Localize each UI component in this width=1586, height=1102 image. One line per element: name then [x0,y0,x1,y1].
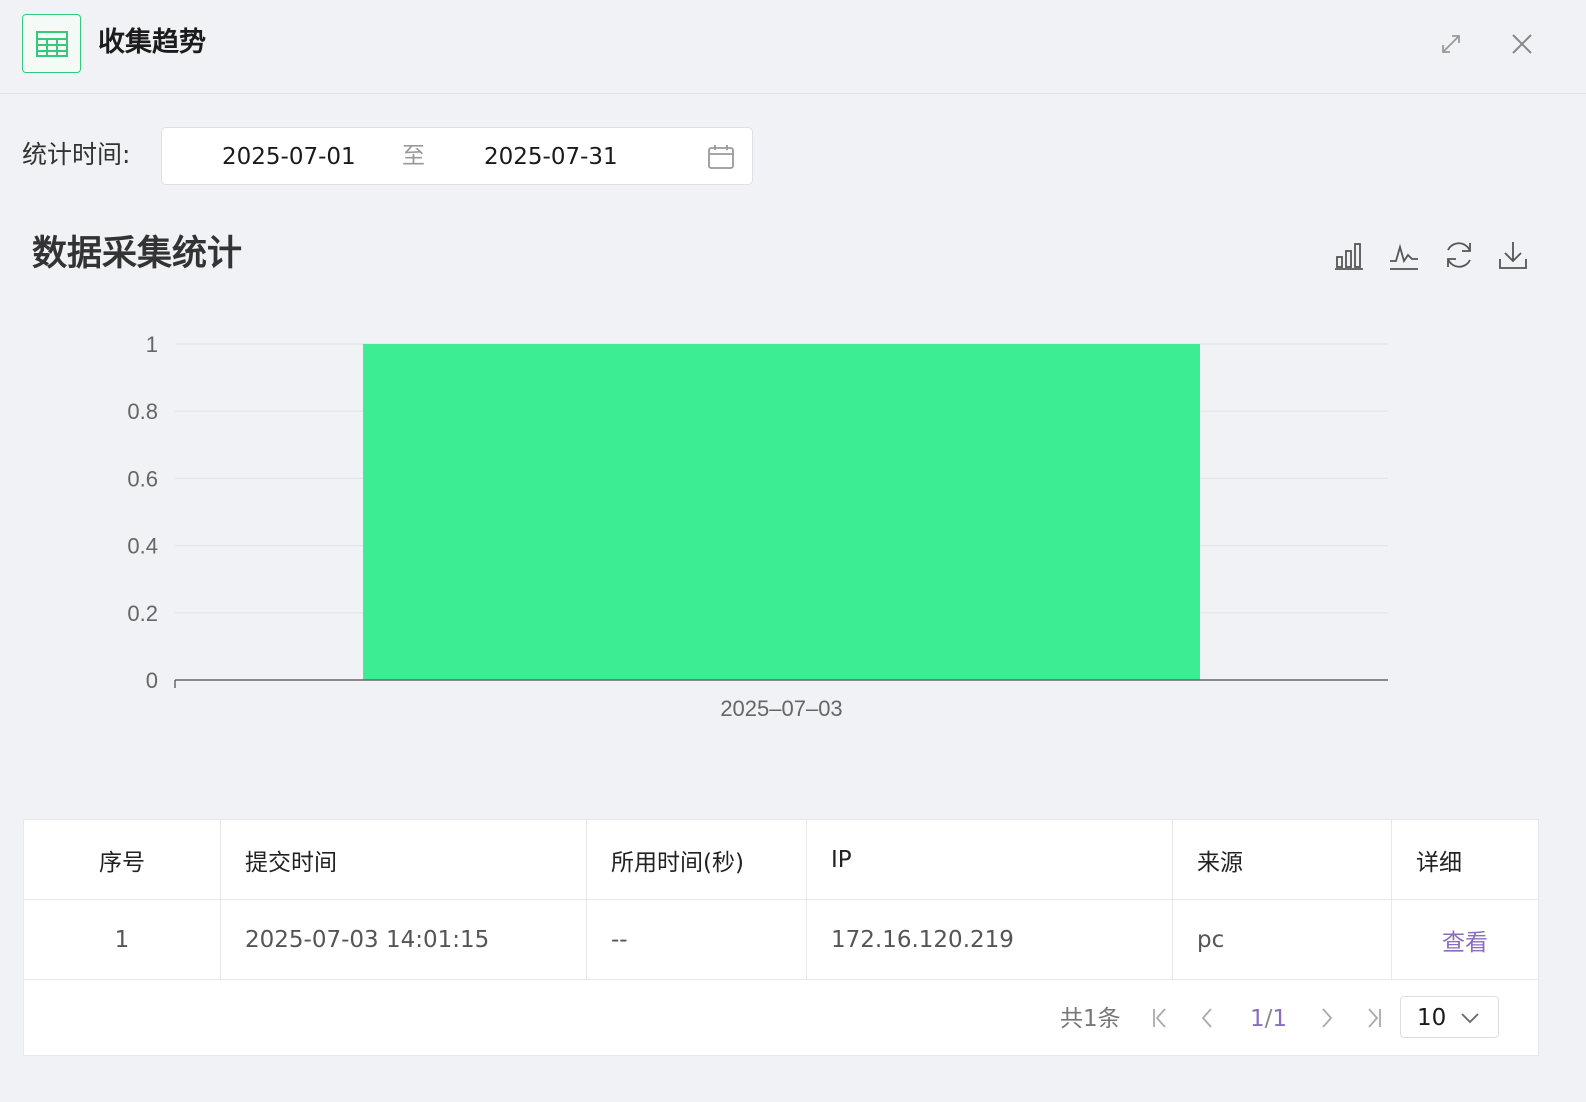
chart-title: 数据采集统计 [32,234,243,274]
y-tick-label: 0.2 [127,601,158,626]
column-header-index: 序号 [24,820,221,900]
y-tick-label: 0.6 [127,466,158,491]
chevron-down-icon [1460,1009,1480,1027]
y-tick-label: 0.4 [127,534,158,559]
dialog-header: 收集趋势 [0,0,1586,94]
bar-chart-icon[interactable] [1332,238,1366,272]
end-date-input[interactable]: 2025-07-31 [484,142,618,172]
download-icon[interactable] [1496,238,1530,272]
cell-source: pc [1173,900,1392,980]
cell-detail: 查看 [1392,900,1538,980]
cell-ip: 172.16.120.219 [807,900,1173,980]
page-size-value: 10 [1417,1005,1447,1031]
column-header-duration: 所用时间(秒) [587,820,807,900]
table-header-row: 序号 提交时间 所用时间(秒) IP 来源 详细 [24,820,1538,900]
current-page: 1 [1250,1006,1265,1032]
page-size-select[interactable]: 10 [1400,996,1499,1038]
column-header-submit-time: 提交时间 [221,820,587,900]
pagination: 共1条 1/1 10 [24,980,1538,1056]
start-date-input[interactable]: 2025-07-01 [222,142,356,172]
close-icon[interactable] [1508,30,1536,58]
submission-table: 序号 提交时间 所用时间(秒) IP 来源 详细 1 2025-07-03 14… [23,819,1539,1056]
bar-2025–07–03 [363,344,1200,680]
table-row: 1 2025-07-03 14:01:15 -- 172.16.120.219 … [24,900,1538,980]
filter-label: 统计时间: [22,140,131,169]
last-page-icon[interactable] [1361,1004,1387,1032]
refresh-icon[interactable] [1442,238,1476,272]
maximize-icon[interactable] [1437,30,1465,58]
first-page-icon[interactable] [1147,1004,1173,1032]
y-tick-label: 1 [146,332,158,357]
bar-chart: 0 0.2 0.4 0.6 0.8 1 2025–07–03 [127,332,1388,721]
dialog-title: 收集趋势 [98,27,206,58]
next-page-icon[interactable] [1314,1004,1340,1032]
y-tick-label: 0 [146,668,158,693]
total-pages: 1 [1272,1006,1288,1032]
table-icon [22,14,81,73]
page-indicator: 1/1 [1250,1006,1288,1032]
total-count: 共1条 [1060,1006,1121,1032]
column-header-detail: 详细 [1416,850,1462,876]
column-header-ip: IP [807,820,1173,900]
prev-page-icon[interactable] [1194,1004,1220,1032]
line-chart-icon[interactable] [1387,238,1421,272]
cell-index: 1 [24,900,221,980]
date-range-picker[interactable]: 2025-07-01 至 2025-07-31 [161,127,753,185]
calendar-icon[interactable] [706,142,736,172]
range-separator: 至 [402,143,425,169]
y-tick-label: 0.8 [127,399,158,424]
cell-duration: -- [587,900,807,980]
x-tick-label: 2025–07–03 [720,696,842,721]
view-detail-link[interactable]: 查看 [1442,923,1488,957]
cell-submit-time: 2025-07-03 14:01:15 [221,900,587,980]
column-header-source: 来源 [1173,820,1392,900]
